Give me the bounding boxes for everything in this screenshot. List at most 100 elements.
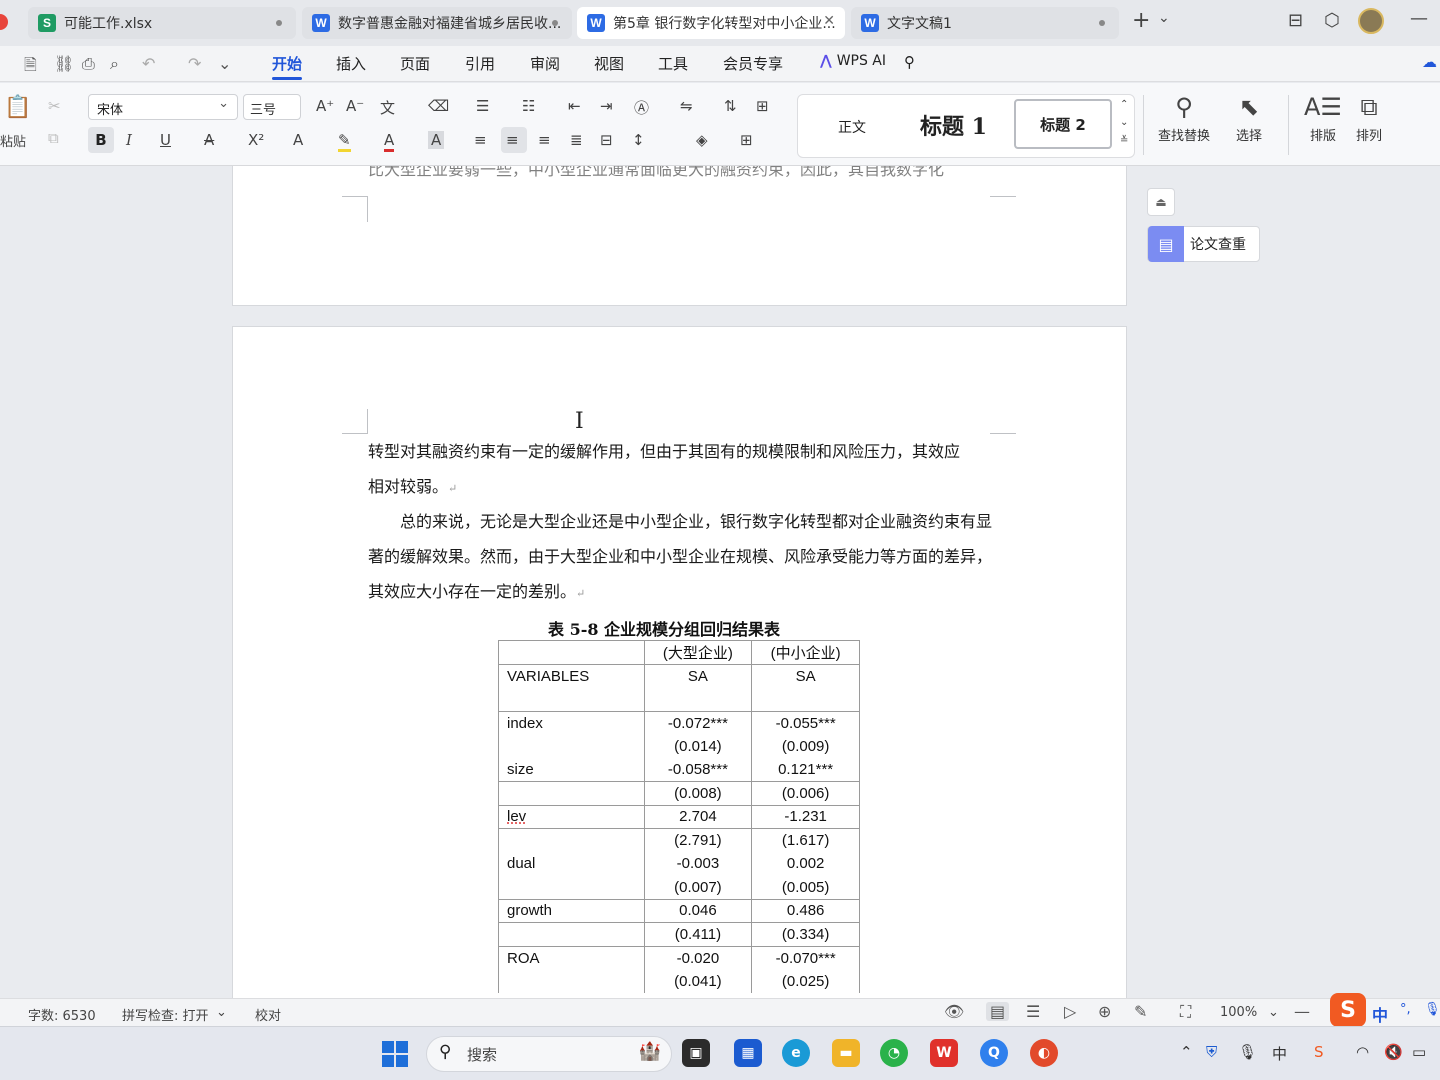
menu-page[interactable]: 页面 — [400, 53, 430, 74]
menu-wps-ai[interactable]: ⋀ WPS AI — [820, 53, 886, 69]
table-cell[interactable]: -0.020 — [643, 946, 753, 970]
table-cell[interactable] — [498, 875, 645, 900]
table-cell[interactable]: -1.231 — [751, 805, 860, 829]
align-center-icon[interactable]: ≡ — [506, 131, 519, 149]
task-view-icon[interactable]: ▣ — [682, 1039, 710, 1067]
font-size-select[interactable]: 三号 — [243, 94, 301, 120]
sogou-ime-icon[interactable]: S — [1330, 993, 1366, 1027]
table-cell[interactable]: (0.008) — [643, 781, 753, 806]
save-icon[interactable]: 🗎 — [24, 54, 37, 81]
table-cell[interactable]: ROA — [498, 946, 645, 970]
number-list-icon[interactable]: ☷ — [522, 97, 535, 115]
chevron-down-icon[interactable]: ⌄ — [1268, 1005, 1279, 1020]
eye-icon[interactable]: 👁 — [944, 1002, 964, 1021]
redo-icon[interactable]: ↷ — [188, 54, 201, 73]
table-cell[interactable]: (0.025) — [751, 969, 860, 993]
table-cell[interactable] — [643, 687, 753, 712]
play-icon[interactable]: ▷ — [1064, 1002, 1076, 1021]
sogou-tray-icon[interactable]: S — [1314, 1043, 1324, 1061]
paragraph-2[interactable]: 总的来说，无论是大型企业还是中小型企业，银行数字化转型都对企业融资约束有显著的缓… — [368, 504, 992, 611]
zoom-out-icon[interactable]: — — [1294, 1002, 1310, 1021]
table-cell[interactable] — [498, 687, 645, 712]
link-icon[interactable]: ⛓ — [54, 54, 74, 73]
shrink-font-icon[interactable]: A⁻ — [346, 97, 364, 115]
microphone-icon[interactable]: 🎙 — [1424, 1002, 1440, 1017]
italic-button[interactable]: I — [126, 131, 132, 149]
expand-icon[interactable]: ≚ — [1120, 135, 1128, 146]
grow-font-icon[interactable]: A⁺ — [316, 97, 334, 115]
ime-mode[interactable]: 中 — [1372, 1002, 1388, 1026]
menu-member[interactable]: 会员专享 — [723, 53, 783, 74]
distribute-icon[interactable]: ⊟ — [600, 131, 613, 149]
spell-check-toggle[interactable]: 拼写检查: 打开 — [122, 1005, 209, 1024]
security-icon[interactable]: ⛨ — [1206, 1043, 1217, 1061]
table-cell[interactable]: 0.121*** — [751, 758, 860, 782]
taskbar-search-input[interactable]: ⚲ 搜索 🏰 — [426, 1036, 672, 1072]
tab-doc-chapter5[interactable]: W 第5章 银行数字化转型对中小企业... ✕ — [577, 7, 845, 39]
word-count[interactable]: 字数: 6530 — [28, 1005, 96, 1024]
close-icon[interactable]: ✕ — [823, 13, 835, 29]
cube-icon[interactable]: ⬡ — [1324, 10, 1340, 31]
edge-icon[interactable]: e — [782, 1039, 810, 1067]
outline-view-icon[interactable]: ☰ — [1026, 1002, 1040, 1021]
document-canvas[interactable]: 比大型企业要弱一些，中小型企业通常面临更大的融资约束，因此，其自我数字化 I 转… — [0, 166, 1440, 998]
table-cell[interactable]: VARIABLES — [498, 664, 645, 688]
select-button[interactable]: ⬉ 选择 — [1236, 93, 1262, 144]
microphone-icon[interactable]: 🎙 — [1238, 1043, 1257, 1061]
table-cell[interactable]: lev — [498, 805, 645, 829]
table-cell[interactable]: 0.002 — [751, 852, 860, 876]
table-cell[interactable]: 2.704 — [643, 805, 753, 829]
new-tab-button[interactable]: + — [1132, 8, 1150, 33]
table-cell[interactable] — [498, 640, 645, 665]
bullet-list-icon[interactable]: ☰ — [476, 97, 489, 115]
highlight-icon[interactable]: ✎ — [338, 131, 351, 152]
table-cell[interactable]: -0.070*** — [751, 946, 860, 970]
table-cell[interactable]: dual — [498, 852, 645, 876]
ime-icon[interactable]: 中 — [1272, 1043, 1287, 1064]
paste-button[interactable]: 粘贴 — [0, 131, 26, 150]
table-cell[interactable]: (0.006) — [751, 781, 860, 806]
print-icon[interactable]: ⎙ — [82, 54, 95, 74]
table-cell[interactable]: -0.072*** — [643, 711, 753, 735]
clear-format-icon[interactable]: ⌫ — [428, 97, 449, 115]
menu-view[interactable]: 视图 — [594, 53, 624, 74]
style-heading-2[interactable]: 标题 2 — [1014, 99, 1112, 149]
text-direction-icon[interactable]: Ⓐ — [634, 97, 649, 118]
chinese-layout-icon[interactable]: ⇋ — [680, 97, 693, 115]
table-cell[interactable]: -0.058*** — [643, 758, 753, 782]
table-cell[interactable]: size — [498, 758, 645, 782]
decrease-indent-icon[interactable]: ⇤ — [568, 97, 581, 115]
windows-start-icon[interactable] — [382, 1041, 408, 1067]
avatar[interactable] — [1358, 8, 1384, 34]
table-cell[interactable]: (0.007) — [643, 875, 753, 900]
table-cell[interactable] — [498, 969, 645, 993]
menu-insert[interactable]: 插入 — [336, 53, 366, 74]
menu-references[interactable]: 引用 — [465, 53, 495, 74]
paste-icon[interactable]: 📋 — [4, 95, 31, 120]
web-view-icon[interactable]: ⊕ — [1098, 1002, 1111, 1021]
menu-tools[interactable]: 工具 — [658, 53, 688, 74]
font-color-icon[interactable]: A — [384, 131, 395, 152]
table-cell[interactable]: (0.334) — [751, 922, 860, 947]
file-explorer-icon[interactable]: ▬ — [832, 1039, 860, 1067]
shading-icon[interactable]: ◈ — [696, 131, 708, 149]
store-icon[interactable]: ▦ — [734, 1039, 762, 1067]
menu-home[interactable]: 开始 — [272, 53, 303, 80]
collapse-icon[interactable]: ⏏ — [1147, 188, 1175, 216]
table-cell[interactable] — [498, 922, 645, 947]
font-name-select[interactable]: 宋体 — [88, 94, 238, 120]
bold-button[interactable]: B — [88, 127, 114, 153]
phonetic-icon[interactable]: 文 — [380, 97, 395, 118]
chevron-down-icon[interactable]: ⌄ — [216, 1005, 227, 1020]
browser-app-icon[interactable]: ◐ — [1030, 1039, 1058, 1067]
table-cell[interactable] — [498, 781, 645, 806]
align-right-icon[interactable]: ≡ — [538, 131, 551, 149]
zoom-level[interactable]: 100% — [1220, 1005, 1257, 1020]
table-cell[interactable]: -0.055*** — [751, 711, 860, 735]
window-layout-icon[interactable]: ⊟ — [1288, 10, 1303, 31]
proofread-button[interactable]: 校对 — [255, 1005, 281, 1024]
table-cell[interactable]: 0.486 — [751, 899, 860, 923]
table-cell[interactable]: (1.617) — [751, 828, 860, 852]
print-preview-icon[interactable]: ⌕ — [110, 54, 119, 74]
chat-app-icon[interactable]: Q — [980, 1039, 1008, 1067]
